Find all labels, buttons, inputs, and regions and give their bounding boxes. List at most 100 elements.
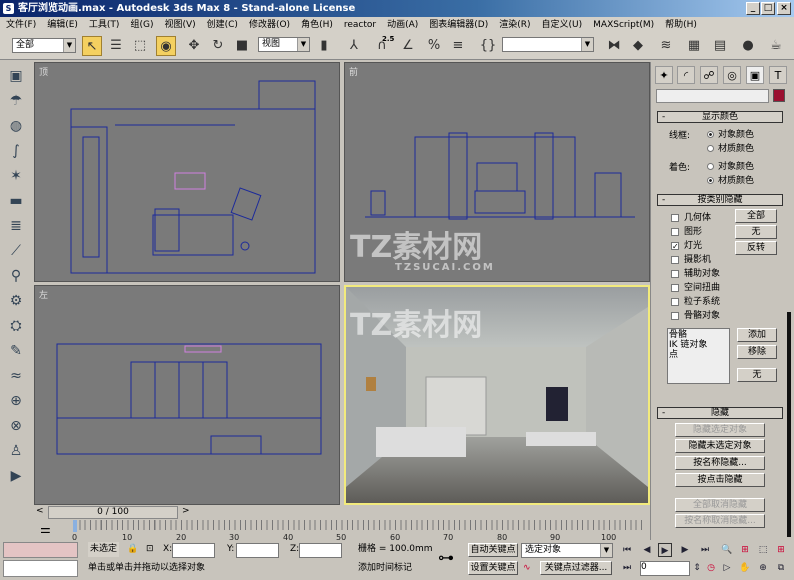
utilities-tab-icon[interactable]: T <box>769 66 787 84</box>
y-field[interactable] <box>236 543 279 558</box>
name-field[interactable] <box>656 89 769 103</box>
menu-character[interactable]: 角色(H) <box>301 17 333 33</box>
plane-icon[interactable]: ▬ <box>5 190 27 212</box>
time-configuration-icon[interactable]: ◷ <box>704 561 718 575</box>
hinge-icon[interactable]: ⊗ <box>5 415 27 437</box>
pan-icon[interactable]: ✋ <box>738 561 752 575</box>
preview-icon[interactable]: ▶ <box>5 465 27 487</box>
rope-icon[interactable]: ∫ <box>5 140 27 162</box>
time-marker[interactable] <box>73 520 77 532</box>
panel-scrollbar[interactable] <box>787 312 791 537</box>
window-crossing-icon[interactable]: ◉ <box>156 36 176 56</box>
maximize-button[interactable]: □ <box>761 2 775 15</box>
edit-named-selection-icon[interactable]: {} <box>478 36 498 56</box>
modify-tab-icon[interactable]: ◜ <box>677 66 695 84</box>
shaded-object-color-radio[interactable]: 对象颜色 <box>707 159 754 172</box>
zoom-icon[interactable]: 🔍 <box>720 543 734 557</box>
category-checkbox-shapes[interactable]: 图形 <box>671 224 702 237</box>
viewport-front[interactable]: 前 <box>344 62 650 282</box>
key-filters-button[interactable]: 关键点过滤器... <box>540 561 612 575</box>
category-checkbox-particles[interactable]: 粒子系统 <box>671 294 720 307</box>
shaded-material-color-radio[interactable]: 材质颜色 <box>707 173 754 186</box>
close-button[interactable]: × <box>777 2 791 15</box>
next-frame-icon[interactable]: ▶ <box>678 543 692 557</box>
layer-manager-icon[interactable]: ≋ <box>656 36 676 56</box>
hide-unselected-button[interactable]: 隐藏未选定对象 <box>675 439 765 453</box>
absolute-mode-icon[interactable]: ⊡ <box>146 542 154 557</box>
previous-frame-icon[interactable]: ◀ <box>640 543 654 557</box>
reference-coord-dropdown[interactable]: 视图 ▼ <box>258 37 310 52</box>
selection-filter-dropdown[interactable]: 全部 ▼ <box>12 38 76 53</box>
rollout-hide-by-category[interactable]: - 按类别隐藏 <box>657 194 783 206</box>
ragdoll-icon[interactable]: ♙ <box>5 440 27 462</box>
scale-icon[interactable]: ■ <box>232 36 252 56</box>
hide-selected-button[interactable]: 隐藏选定对象 <box>675 423 765 437</box>
water-icon[interactable]: ≈ <box>5 365 27 387</box>
motor-icon[interactable]: ⚲ <box>5 265 27 287</box>
menu-file[interactable]: 文件(F) <box>6 17 36 33</box>
list-item[interactable]: IK 链对象 <box>669 340 728 350</box>
field-of-view-icon[interactable]: ▷ <box>720 561 734 575</box>
angle-snap-icon[interactable]: ∠ <box>398 36 418 56</box>
percent-snap-icon[interactable]: % <box>424 36 444 56</box>
category-list[interactable]: 骨骼 IK 链对象 点 <box>667 328 730 384</box>
zoom-extents-icon[interactable]: ⬚ <box>756 543 770 557</box>
remove-button[interactable]: 移除 <box>737 345 777 359</box>
maximize-viewport-icon[interactable]: ⧉ <box>774 561 788 575</box>
add-time-tag[interactable]: 添加时间标记 <box>358 561 412 576</box>
category-checkbox-geometry[interactable]: 几何体 <box>671 210 711 223</box>
select-object-icon[interactable]: ↖ <box>82 36 102 56</box>
set-key-button[interactable]: 设置关键点 <box>468 561 518 575</box>
auto-key-button[interactable]: 自动关键点 <box>468 543 518 557</box>
menu-tools[interactable]: 工具(T) <box>89 17 120 33</box>
key-mode-toggle-icon[interactable]: ⏭ <box>620 561 634 575</box>
cloth-icon[interactable]: ☂ <box>5 90 27 112</box>
key-mode-dropdown[interactable]: 选定对象 ▼ <box>521 543 613 558</box>
object-color-swatch[interactable] <box>773 89 785 102</box>
motion-tab-icon[interactable]: ◎ <box>723 66 741 84</box>
zoom-extents-all-icon[interactable]: ⊞ <box>774 543 788 557</box>
viewport-left[interactable]: 左 <box>34 285 340 505</box>
time-slider[interactable]: < 0 / 100 > <box>34 505 650 520</box>
deforming-mesh-icon[interactable]: ✶ <box>5 165 27 187</box>
add-button[interactable]: 添加 <box>737 328 777 342</box>
all-button[interactable]: 全部 <box>735 209 777 223</box>
category-checkbox-cameras[interactable]: 摄影机 <box>671 252 711 265</box>
wind-icon[interactable]: ⚙ <box>5 290 27 312</box>
none-button[interactable]: 无 <box>735 225 777 239</box>
material-editor-icon[interactable]: ● <box>738 36 758 56</box>
minimize-button[interactable]: _ <box>746 2 760 15</box>
align-icon[interactable]: ◆ <box>628 36 648 56</box>
list-item[interactable]: 点 <box>669 350 728 360</box>
rollout-display-color[interactable]: - 显示颜色 <box>657 111 783 123</box>
viewport-perspective[interactable] <box>344 285 650 505</box>
curve-editor-icon[interactable]: ▦ <box>684 36 704 56</box>
hide-by-hit-button[interactable]: 按点击隐藏 <box>675 473 765 487</box>
list-none-button[interactable]: 无 <box>737 368 777 382</box>
x-field[interactable] <box>172 543 215 558</box>
menu-modifiers[interactable]: 修改器(O) <box>249 17 290 33</box>
lock-icon[interactable]: 🔒 <box>127 542 138 557</box>
soft-body-icon[interactable]: ◍ <box>5 115 27 137</box>
rotate-icon[interactable]: ↻ <box>208 36 228 56</box>
menu-customize[interactable]: 自定义(U) <box>542 17 583 33</box>
create-tab-icon[interactable]: ✦ <box>655 66 673 84</box>
key-icon[interactable]: ⊶ <box>438 548 454 567</box>
invert-button[interactable]: 反转 <box>735 241 777 255</box>
track-bar[interactable]: ⚌ 0 10 20 30 40 50 60 70 80 90 100 <box>34 520 650 542</box>
arc-rotate-icon[interactable]: ⊕ <box>756 561 770 575</box>
menu-help[interactable]: 帮助(H) <box>665 17 697 33</box>
category-checkbox-space-warps[interactable]: 空间扭曲 <box>671 280 720 293</box>
selection-region-icon[interactable]: ⬚ <box>130 36 150 56</box>
next-frame-arrow[interactable]: > <box>182 506 190 516</box>
pivot-center-icon[interactable]: ▮ <box>314 36 334 56</box>
go-to-end-icon[interactable]: ⏭ <box>698 543 712 557</box>
menu-maxscript[interactable]: MAXScript(M) <box>593 17 654 33</box>
category-checkbox-bones[interactable]: 骨骼对象 <box>671 308 720 321</box>
play-icon[interactable]: ▶ <box>658 543 672 557</box>
wireframe-material-color-radio[interactable]: 材质颜色 <box>707 141 754 154</box>
list-item[interactable]: 骨骼 <box>669 330 728 340</box>
toy-car-icon[interactable]: ⛭ <box>5 315 27 337</box>
hierarchy-tab-icon[interactable]: ☍ <box>700 66 718 84</box>
select-by-name-icon[interactable]: ☰ <box>106 36 126 56</box>
